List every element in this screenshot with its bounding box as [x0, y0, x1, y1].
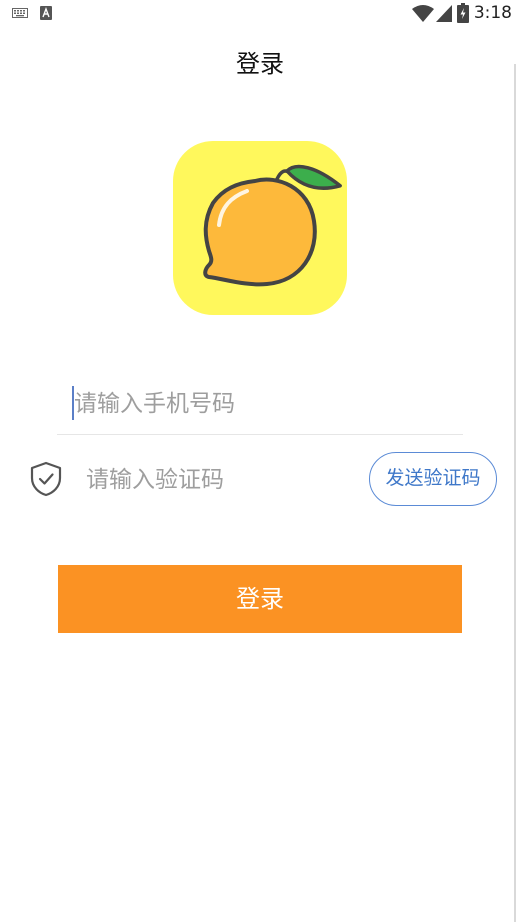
status-time: 3:18: [473, 3, 512, 23]
signal-icon: [436, 5, 452, 22]
keyboard-icon: [12, 8, 28, 18]
shield-check-icon: [30, 461, 62, 497]
text-icon: [40, 6, 52, 20]
mango-icon: [203, 164, 342, 287]
wifi-icon: [412, 5, 434, 22]
send-code-button[interactable]: 发送验证码: [369, 452, 497, 506]
input-divider: [57, 434, 463, 435]
page-title: 登录: [236, 50, 284, 78]
login-button[interactable]: 登录: [58, 565, 462, 633]
verification-code-input[interactable]: [86, 460, 356, 500]
phone-input[interactable]: [74, 384, 454, 424]
status-bar: 3:18: [0, 0, 520, 28]
app-logo: [173, 141, 347, 315]
edge-divider: [514, 64, 516, 922]
battery-icon: [457, 3, 469, 23]
